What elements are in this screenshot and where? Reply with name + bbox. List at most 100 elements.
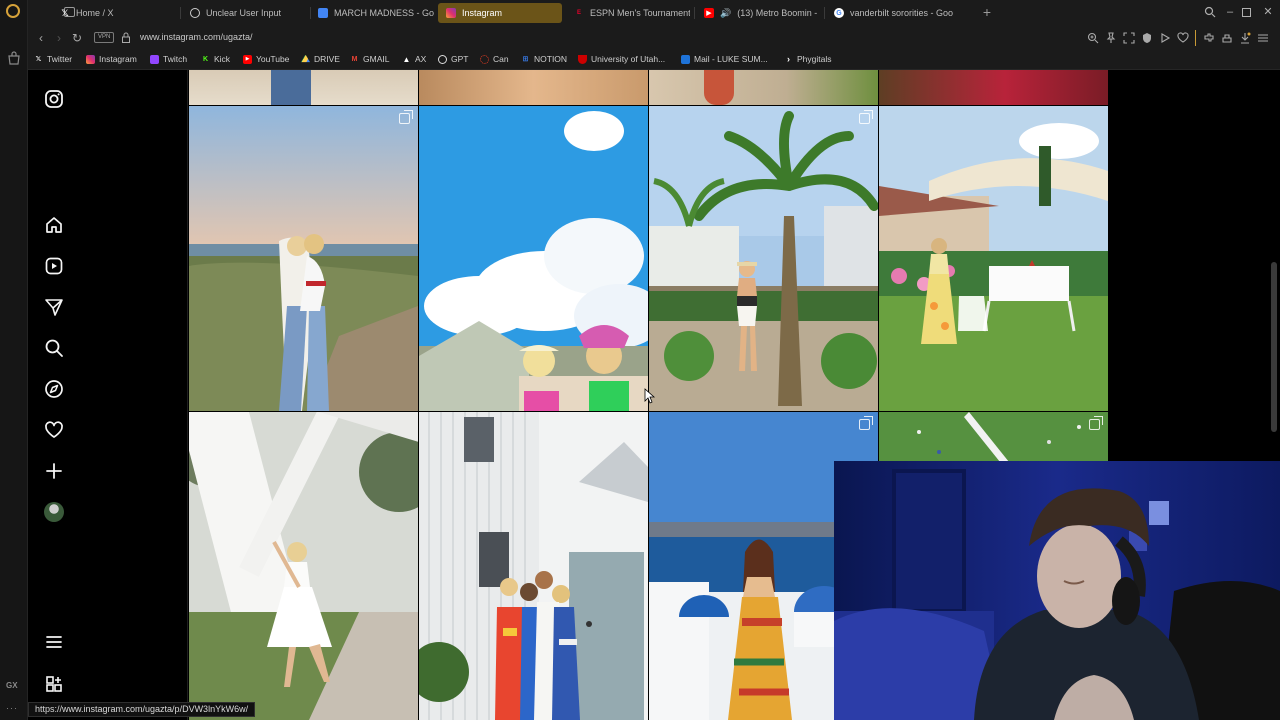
tab-title: (13) Metro Boomin - H [737,8,820,18]
menu-icon[interactable] [44,632,64,652]
bookmark-canvas[interactable]: Can [480,54,509,64]
bookmark-label: NOTION [534,54,568,64]
search-icon[interactable] [44,338,64,358]
post-group-house[interactable] [419,412,648,720]
bookmark-mail[interactable]: Mail - LUKE SUM... [681,54,768,64]
post-garden-dress[interactable] [879,106,1108,411]
tab-unclear-user-input[interactable]: Unclear User Input [182,3,306,23]
carousel-icon [859,110,873,124]
bookmark-ax[interactable]: ▲ AX [402,54,427,64]
bookmark-kick[interactable]: K Kick [201,54,230,64]
tab-instagram[interactable]: Instagram [438,3,562,23]
post-sky-bucket-hats[interactable] [419,106,648,411]
post-beach-hug[interactable] [189,106,418,411]
bookmark-label: Can [493,54,509,64]
explore-icon[interactable] [44,379,64,399]
lock-icon[interactable] [122,32,130,43]
home-icon[interactable] [44,215,64,235]
bookmark-instagram[interactable]: Instagram [86,54,137,64]
axiom-logo-icon: ▲ [402,54,411,64]
tab-bar: 𝕏 Home / X Unclear User Input MARCH MADN… [28,0,1280,26]
tab-metro-boomin[interactable]: ▶ 🔊 (13) Metro Boomin - H [696,3,820,23]
canvas-logo-icon [480,54,489,64]
post-thumbnail[interactable] [879,70,1108,105]
tab-espn[interactable]: E ESPN Men's Tournament [566,3,690,23]
minimize-icon[interactable]: – [1224,6,1236,18]
new-tab-button[interactable]: + [980,5,994,19]
reels-icon[interactable] [44,256,64,276]
page-scrollbar[interactable] [1271,262,1277,432]
google-logo-icon: G [834,8,844,18]
instagram-logo-icon [86,54,95,64]
more-icon[interactable]: ··· [6,703,18,713]
wallet-icon[interactable] [1221,32,1233,44]
easy-setup-icon[interactable] [1257,32,1269,44]
bookmark-twitter[interactable]: 𝕏 Twitter [34,54,72,64]
bookmark-university-of-utah[interactable]: University of Utah... [578,54,665,64]
chatgpt-logo-icon [438,54,447,64]
play-icon[interactable] [1159,32,1171,44]
bookmark-drive[interactable]: DRIVE [301,54,340,64]
chatgpt-logo-icon [190,8,200,18]
google-docs-icon [318,8,328,18]
opera-sidebar: GX ··· [0,0,28,720]
tab-vanderbilt[interactable]: G vanderbilt sororities - Goo [826,3,966,23]
instagram-logo-icon[interactable] [44,89,64,109]
outlook-logo-icon [681,54,690,64]
back-button[interactable]: ‹ [34,31,48,45]
bookmark-gpt[interactable]: GPT [438,54,468,64]
opera-logo-icon[interactable] [6,4,20,18]
url-field[interactable]: www.instagram.com/ugazta/ [140,32,253,42]
bookmark-label: Twitter [47,54,73,64]
messages-icon[interactable] [44,297,64,317]
bookmark-youtube[interactable]: ▶ YouTube [243,54,289,64]
notifications-icon[interactable] [44,420,64,440]
tab-title: Unclear User Input [206,8,282,18]
create-icon[interactable] [44,461,64,481]
extensions-icon[interactable] [1203,32,1215,44]
vpn-badge[interactable]: VPN [94,32,115,43]
shopping-bag-icon[interactable] [7,51,21,65]
bookmark-notion[interactable]: ⊞ NOTION [521,54,568,64]
bookmark-gmail[interactable]: M GMAIL [350,54,390,64]
zoom-icon[interactable] [1087,32,1099,44]
snapshot-icon[interactable] [1123,32,1135,44]
post-palm-tree[interactable] [649,106,878,411]
post-white-arch[interactable] [189,412,418,720]
bookmark-label: Twitch [163,54,188,64]
youtube-logo-icon: ▶ [704,8,714,18]
bookmark-label: University of Utah... [591,54,666,64]
tab-x-home[interactable]: 𝕏 Home / X [52,3,176,23]
mouse-cursor-icon [644,388,656,404]
forward-button[interactable]: › [52,31,66,45]
maximize-icon[interactable] [1242,8,1251,17]
x-logo-icon: 𝕏 [35,56,42,63]
post-thumbnail[interactable] [189,70,418,105]
reload-button[interactable]: ↻ [70,31,84,45]
post-thumbnail[interactable] [419,70,648,105]
carousel-icon [1089,416,1103,430]
instagram-logo-icon [446,8,456,18]
post-thumbnail[interactable] [649,70,878,105]
address-bar-row: ‹ › ↻ VPN www.instagram.com/ugazta/ [28,26,1280,50]
close-icon[interactable]: ✕ [1262,6,1274,18]
apps-icon[interactable] [44,674,64,694]
kick-logo-icon: K [202,55,209,63]
gmail-logo-icon: M [351,55,358,63]
bookmark-label: AX [415,54,427,64]
download-icon[interactable] [1239,32,1251,44]
bookmark-twitch[interactable]: Twitch [150,54,187,64]
speaker-icon[interactable]: 🔊 [720,8,731,19]
search-tabs-icon[interactable] [1204,6,1216,18]
tab-title: MARCH MADNESS - Goog [334,8,434,18]
tab-march-madness[interactable]: MARCH MADNESS - Goog [310,3,434,23]
bookmark-phygitals[interactable]: › Phygitals [784,54,832,64]
profile-avatar[interactable] [44,502,64,522]
bookmark-label: GPT [451,54,469,64]
phygitals-logo-icon: › [787,54,790,64]
pin-icon[interactable] [1105,32,1117,44]
bookmark-label: YouTube [256,54,290,64]
heart-icon[interactable] [1177,32,1189,44]
gx-icon[interactable]: GX [6,681,18,690]
shield-icon[interactable] [1141,32,1153,44]
